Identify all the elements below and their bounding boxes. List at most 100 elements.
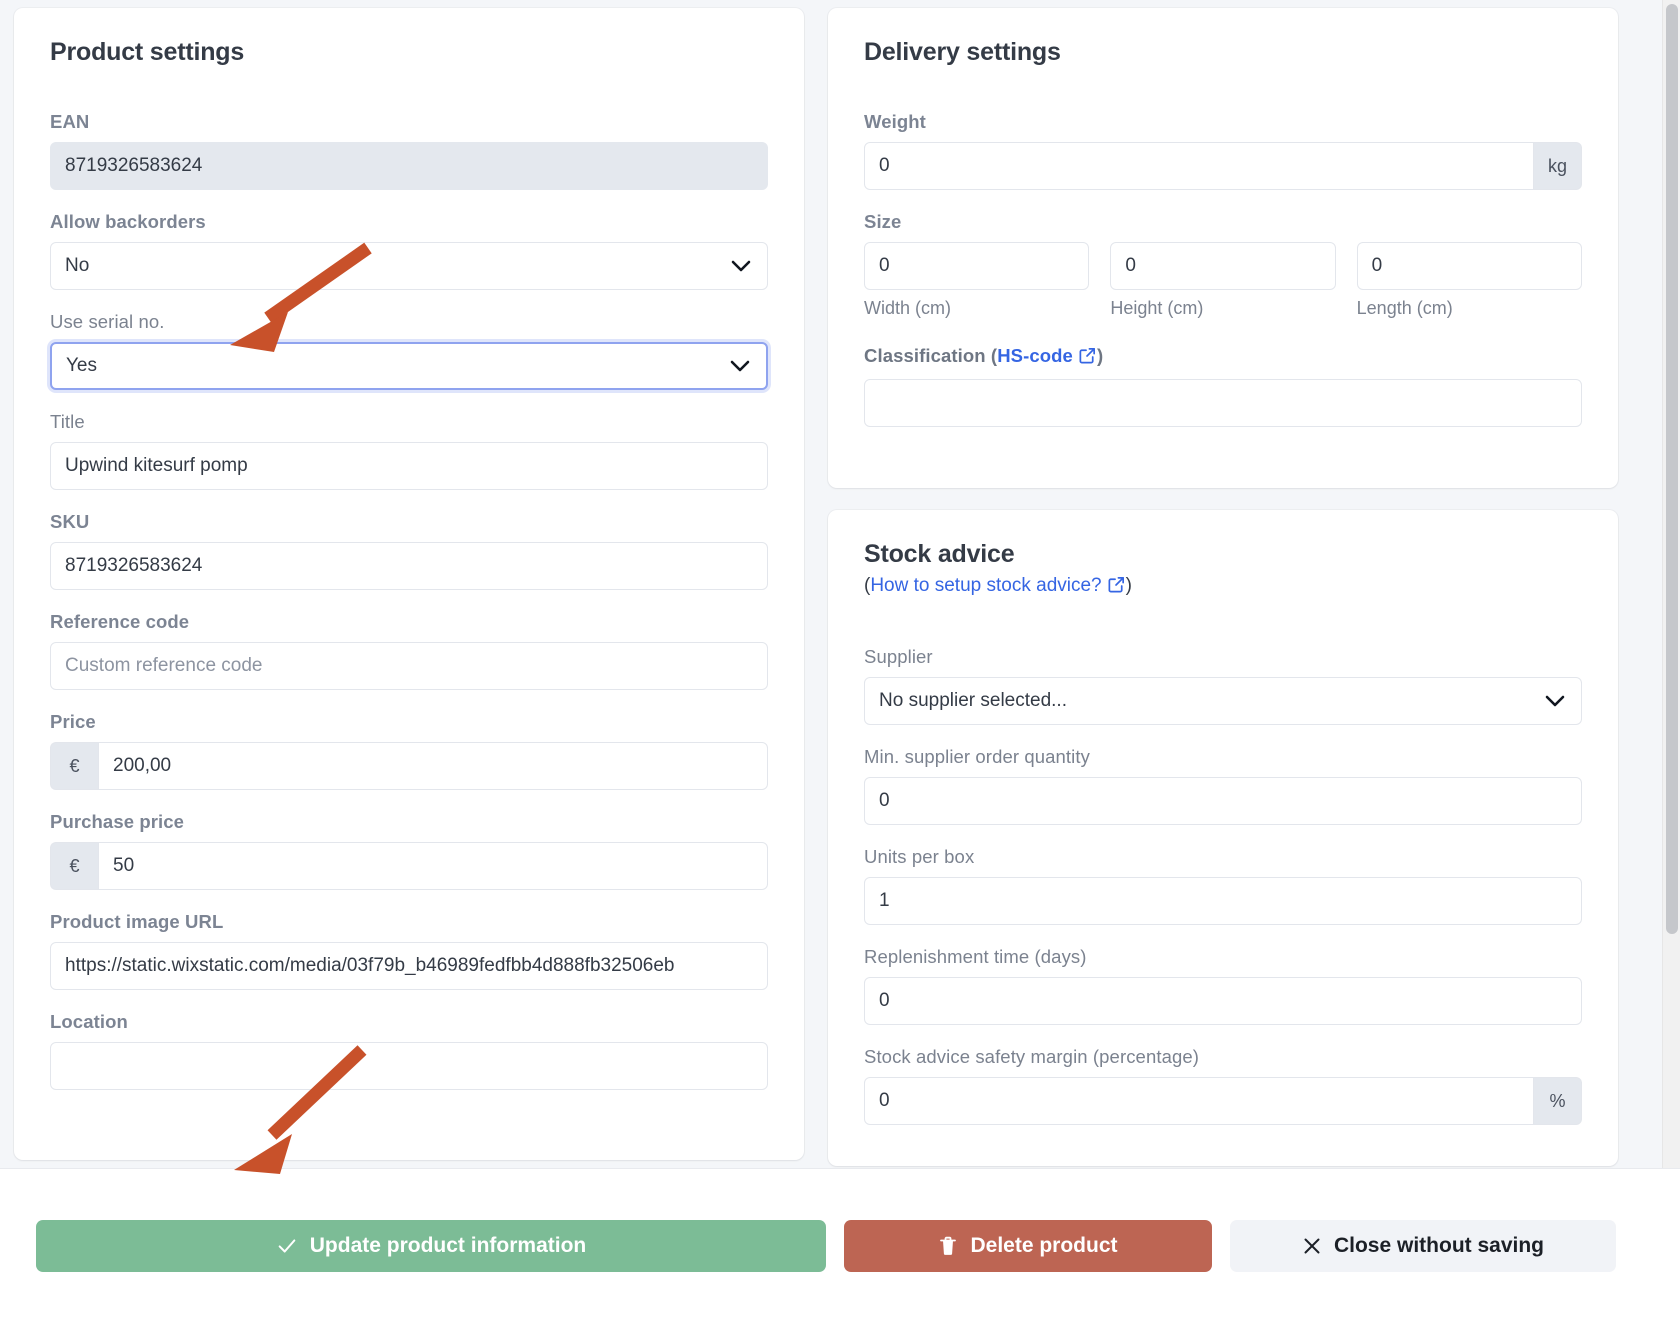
check-icon <box>276 1235 298 1257</box>
field-location: Location <box>50 1011 768 1090</box>
field-ean: EAN <box>50 111 768 190</box>
close-without-saving-label: Close without saving <box>1333 1233 1545 1257</box>
field-min-order-qty: Min. supplier order quantity <box>864 746 1582 825</box>
field-units-per-box: Units per box <box>864 846 1582 925</box>
ean-label: EAN <box>50 111 90 132</box>
settings-columns: Product settings EAN Allow backorders No <box>14 8 1652 1168</box>
vertical-scrollbar[interactable] <box>1662 0 1680 1322</box>
field-sku: SKU <box>50 511 768 590</box>
units-per-box-label: Units per box <box>864 846 975 867</box>
reference-code-input[interactable] <box>50 642 768 690</box>
price-group: € <box>50 742 768 790</box>
size-inputs: Width (cm) Height (cm) Length (cm) <box>864 242 1582 319</box>
safety-margin-group: % <box>864 1077 1582 1125</box>
field-safety-margin: Stock advice safety margin (percentage) … <box>864 1046 1582 1125</box>
location-label: Location <box>50 1011 128 1032</box>
replenishment-time-input[interactable] <box>864 977 1582 1025</box>
ean-input[interactable] <box>50 142 768 190</box>
supplier-select[interactable]: No supplier selected... <box>864 677 1582 725</box>
hs-code-link[interactable]: HS-code <box>997 345 1097 366</box>
price-currency-prefix: € <box>50 742 98 790</box>
field-product-image-url: Product image URL <box>50 911 768 990</box>
chevron-down-icon <box>730 360 750 372</box>
stock-advice-title: Stock advice <box>864 540 1015 568</box>
allow-backorders-value: No <box>65 255 90 276</box>
use-serial-no-select[interactable]: Yes <box>50 342 768 390</box>
close-icon <box>1302 1236 1322 1256</box>
reference-code-label: Reference code <box>50 611 190 632</box>
field-title: Title <box>50 411 768 490</box>
height-input[interactable] <box>1110 242 1336 290</box>
min-order-qty-input[interactable] <box>864 777 1582 825</box>
product-settings-card: Product settings EAN Allow backorders No <box>14 8 804 1160</box>
stock-advice-help-link-text: How to setup stock advice? <box>870 575 1102 596</box>
help-suffix: ) <box>1125 575 1132 596</box>
scrollbar-thumb[interactable] <box>1666 4 1678 934</box>
stock-advice-help-link[interactable]: How to setup stock advice? <box>870 575 1125 596</box>
weight-label: Weight <box>864 111 926 132</box>
classification-input[interactable] <box>864 379 1582 427</box>
product-edit-screen: Product settings EAN Allow backorders No <box>0 0 1680 1322</box>
replenishment-time-label: Replenishment time (days) <box>864 946 1087 967</box>
update-product-button[interactable]: Update product information <box>36 1219 826 1272</box>
left-column: Product settings EAN Allow backorders No <box>14 8 804 1168</box>
width-input[interactable] <box>864 242 1090 290</box>
weight-group: kg <box>864 142 1582 190</box>
price-input[interactable] <box>98 742 768 790</box>
product-image-url-input[interactable] <box>50 942 768 990</box>
height-caption: Height (cm) <box>1110 298 1204 318</box>
delete-product-button[interactable]: Delete product <box>844 1219 1212 1272</box>
field-classification: Classification (HS-code ) <box>864 345 1582 427</box>
width-caption: Width (cm) <box>864 298 951 318</box>
external-link-icon <box>1078 346 1097 370</box>
supplier-value: No supplier selected... <box>879 690 1067 711</box>
use-serial-no-label: Use serial no. <box>50 311 165 332</box>
trash-icon <box>938 1235 958 1257</box>
length-input[interactable] <box>1356 242 1582 290</box>
safety-margin-label: Stock advice safety margin (percentage) <box>864 1046 1200 1067</box>
title-label: Title <box>50 411 85 432</box>
min-order-qty-label: Min. supplier order quantity <box>864 746 1090 767</box>
hs-code-link-text: HS-code <box>997 345 1073 366</box>
product-settings-title: Product settings <box>50 38 245 66</box>
right-column: Delivery settings Weight kg Size <box>828 8 1618 1168</box>
weight-input[interactable] <box>864 142 1534 190</box>
title-input[interactable] <box>50 442 768 490</box>
units-per-box-input[interactable] <box>864 877 1582 925</box>
classification-label: Classification (HS-code ) <box>864 345 1582 370</box>
field-allow-backorders: Allow backorders No <box>50 211 768 290</box>
safety-margin-unit-suffix: % <box>1534 1077 1582 1125</box>
allow-backorders-select[interactable]: No <box>50 242 768 290</box>
size-label: Size <box>864 211 902 232</box>
delivery-settings-card: Delivery settings Weight kg Size <box>828 8 1618 488</box>
external-link-icon <box>1107 575 1126 600</box>
field-supplier: Supplier No supplier selected... <box>864 646 1582 725</box>
close-without-saving-button[interactable]: Close without saving <box>1230 1219 1616 1272</box>
weight-unit-suffix: kg <box>1533 142 1582 190</box>
purchase-price-input[interactable] <box>98 842 768 890</box>
price-label: Price <box>50 711 96 732</box>
field-weight: Weight kg <box>864 111 1582 190</box>
sku-label: SKU <box>50 511 90 532</box>
stock-advice-help: (How to setup stock advice? ) <box>864 575 1582 600</box>
stock-advice-card: Stock advice (How to setup stock advice?… <box>828 510 1618 1166</box>
purchase-price-label: Purchase price <box>50 811 185 832</box>
purchase-price-group: € <box>50 842 768 890</box>
field-size: Size Width (cm) Height (cm) Length (c <box>864 211 1582 319</box>
length-caption: Length (cm) <box>1356 298 1453 318</box>
delivery-settings-title: Delivery settings <box>864 38 1061 66</box>
sku-input[interactable] <box>50 542 768 590</box>
field-use-serial-no: Use serial no. Yes <box>50 311 768 390</box>
update-product-label: Update product information <box>309 1233 587 1257</box>
field-price: Price € <box>50 711 768 790</box>
product-image-url-label: Product image URL <box>50 911 224 932</box>
chevron-down-icon <box>731 260 751 272</box>
safety-margin-input[interactable] <box>864 1077 1534 1125</box>
field-replenishment-time: Replenishment time (days) <box>864 946 1582 1025</box>
purchase-price-currency-prefix: € <box>50 842 98 890</box>
chevron-down-icon <box>1545 695 1565 707</box>
field-purchase-price: Purchase price € <box>50 811 768 890</box>
location-input[interactable] <box>50 1042 768 1090</box>
classification-label-prefix: Classification ( <box>864 345 998 366</box>
delete-product-label: Delete product <box>970 1233 1118 1257</box>
